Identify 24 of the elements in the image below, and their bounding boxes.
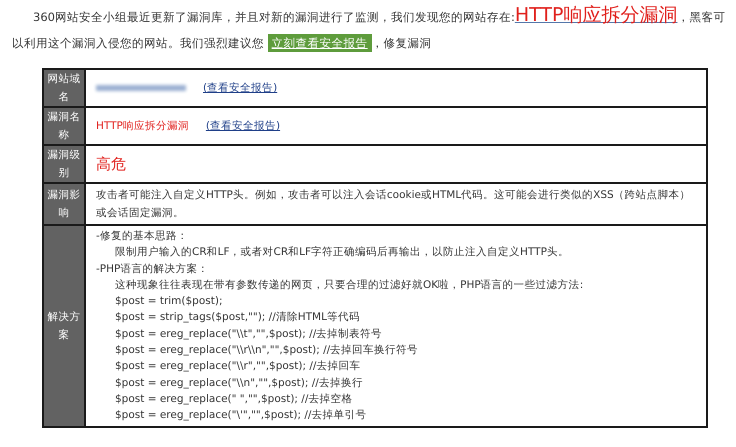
- row-label: 漏洞影响: [43, 183, 85, 225]
- solution-line: $post = ereg_replace("\\t","",$post); //去掉制表符号: [114, 326, 384, 342]
- row-label: 漏洞级别: [43, 145, 85, 183]
- vulnerability-name: HTTP响应拆分漏洞: [96, 119, 189, 133]
- vulnerability-link[interactable]: HTTP响应拆分漏洞: [514, 4, 678, 26]
- solution-line: $post = ereg_replace("\'","",$post); //去掉单引号: [114, 408, 368, 424]
- intro-paragraph: 360网站安全小组最近更新了漏洞库，并且对新的漏洞进行了监测，我们发现您的网站存在:HTTP响应拆分漏洞，黑客可以利用这个漏洞入侵您的网站。我们强烈建议您 立刻查看安全报告 ，修复漏洞: [12, 3, 726, 54]
- solution-heading: -修复的基本思路：: [96, 229, 189, 244]
- solution-line: $post = strip_tags($post,""); //清除HTML等代码: [114, 310, 361, 326]
- report-link[interactable]: (查看安全报告): [206, 119, 280, 133]
- row-label: 漏洞名称: [43, 107, 85, 145]
- solution-line: $post = ereg_replace("\\r\\n","",$post); //去掉回车换行符号: [114, 343, 420, 358]
- solution-line: $post = ereg_replace("\\n","",$post); //去掉换行: [114, 376, 364, 391]
- solution-heading: -PHP语言的解决方案：: [96, 262, 210, 277]
- row-label: 网站域名: [43, 69, 85, 107]
- solution-line: $post = trim($post);: [114, 294, 224, 310]
- report-link[interactable]: (查看安全报告): [203, 81, 278, 95]
- solution-line: $post = ereg_replace("\\r","",$post); //去掉回车: [114, 359, 362, 374]
- solution-line: 这种现象往往表现在带有参数传递的网页，只要合理的过滤好就OK啦，PHP语言的一些过滤方法:: [114, 278, 584, 293]
- solution-line: $post = ereg_replace(" ","",$post); //去掉空格: [114, 392, 354, 407]
- impact-text: 攻击者可能注入自定义HTTP头。例如，攻击者可以注入会话cookie或HTML代码。这可能会进行类似的XSS（跨站点脚本）或会话固定漏洞。: [96, 188, 692, 221]
- solution-line: 限制用户输入的CR和LF，或者对CR和LF字符正确编码后再输出，以防止注入自定义HTTP头。: [114, 245, 570, 260]
- row-label: 解决方案: [43, 225, 85, 427]
- severity-level: 高危: [96, 154, 126, 172]
